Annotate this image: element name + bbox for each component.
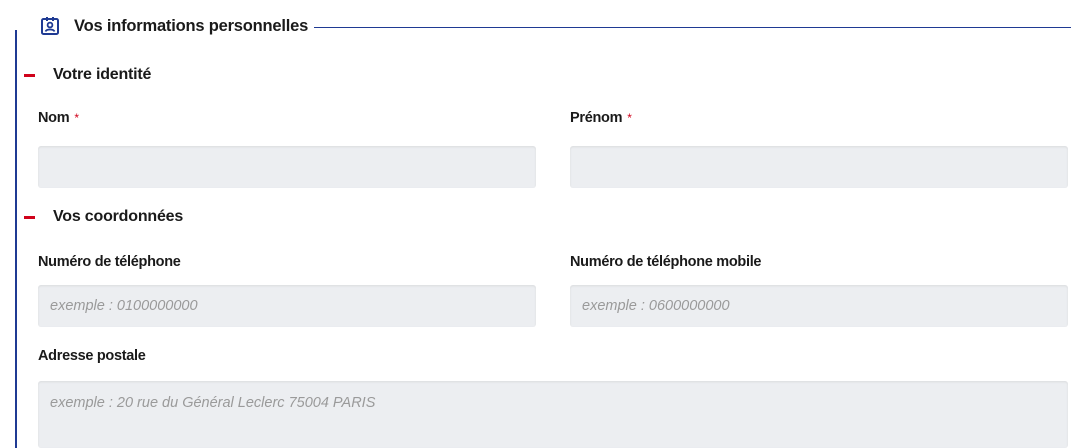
nom-label: Nom *	[38, 110, 79, 126]
section-identity-title: Votre identité	[53, 66, 152, 83]
adresse-label: Adresse postale	[38, 348, 146, 364]
prenom-input[interactable]	[570, 146, 1068, 188]
section-contact-title: Vos coordonnées	[53, 208, 184, 225]
section-identity-header[interactable]: Votre identité	[24, 64, 151, 86]
fieldset-top-border	[314, 26, 1071, 28]
contact-card-icon	[40, 16, 60, 36]
telephone-label-text: Numéro de téléphone	[38, 254, 181, 270]
fieldset-legend: Vos informations personnelles	[40, 12, 1071, 40]
required-star: *	[627, 111, 632, 125]
nom-input[interactable]	[38, 146, 536, 188]
mobile-label: Numéro de téléphone mobile	[570, 254, 762, 270]
fieldset-left-border	[15, 30, 17, 448]
telephone-input[interactable]	[38, 285, 536, 327]
prenom-label: Prénom *	[570, 110, 632, 126]
adresse-textarea[interactable]	[38, 381, 1068, 448]
prenom-label-text: Prénom	[570, 110, 623, 126]
adresse-label-text: Adresse postale	[38, 348, 146, 364]
mobile-input[interactable]	[570, 285, 1068, 327]
required-star: *	[74, 111, 79, 125]
collapse-minus-icon[interactable]	[24, 215, 35, 219]
mobile-label-text: Numéro de téléphone mobile	[570, 254, 762, 270]
collapse-minus-icon[interactable]	[24, 73, 35, 77]
telephone-label: Numéro de téléphone	[38, 254, 181, 270]
section-contact-header[interactable]: Vos coordonnées	[24, 206, 183, 228]
fieldset-title: Vos informations personnelles	[74, 16, 309, 35]
nom-label-text: Nom	[38, 110, 70, 126]
personal-info-form: Vos informations personnelles Votre iden…	[0, 0, 1071, 448]
